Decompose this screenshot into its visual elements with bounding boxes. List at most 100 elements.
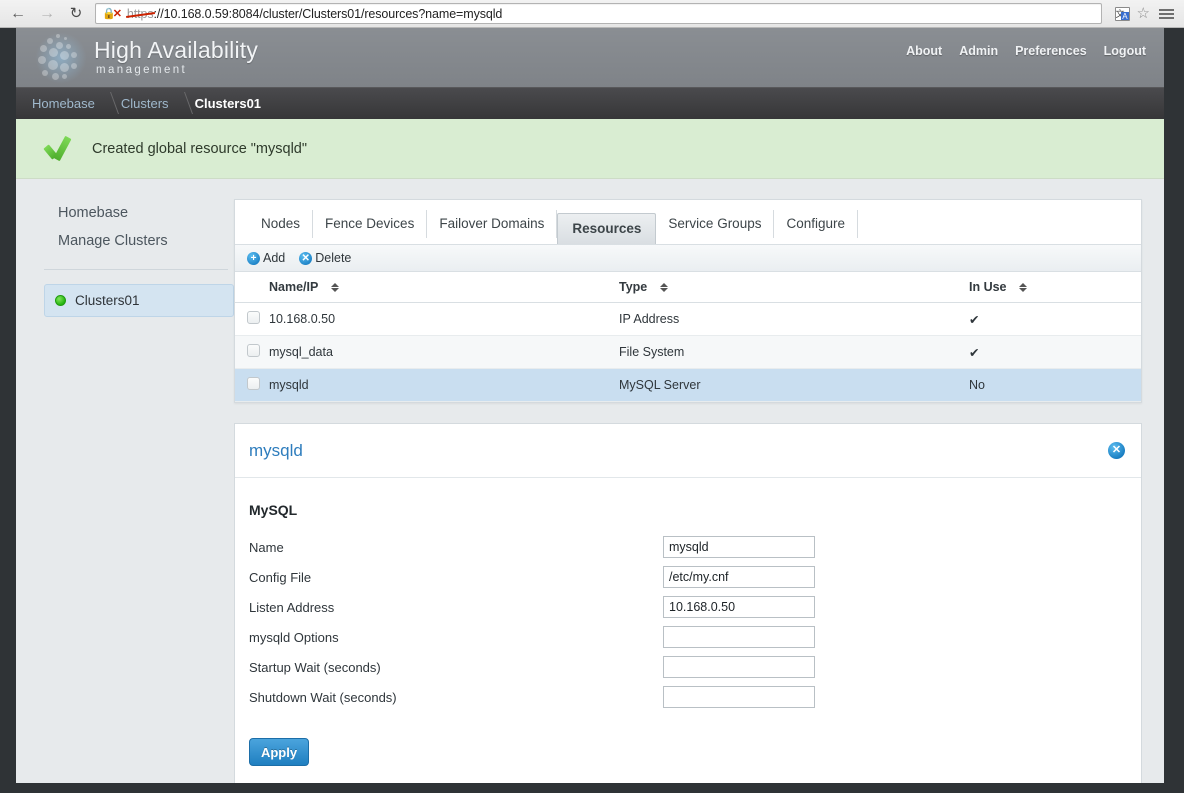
column-header-type[interactable]: Type [619, 272, 969, 303]
add-button[interactable]: + Add [247, 251, 285, 265]
tab-service-groups[interactable]: Service Groups [656, 210, 775, 238]
apply-button[interactable]: Apply [249, 738, 309, 766]
chrome-icon-group: ☆ [1111, 6, 1176, 21]
brand: High Availability management [94, 36, 259, 77]
row-checkbox[interactable] [247, 344, 260, 357]
brand-title: High Availability [94, 36, 259, 63]
nav-link-admin[interactable]: Admin [959, 44, 998, 58]
row-type: File System [619, 335, 969, 369]
tab-bar: Nodes Fence Devices Failover Domains Res… [235, 200, 1141, 245]
shutdown-wait-input[interactable] [663, 686, 815, 708]
reload-icon[interactable]: ↻ [66, 4, 86, 24]
table-toolbar: + Add ✕ Delete [235, 245, 1141, 272]
green-status-dot [55, 295, 66, 306]
url-rest: ://10.168.0.59:8084/cluster/Clusters01/r… [153, 6, 503, 21]
main-content: Nodes Fence Devices Failover Domains Res… [234, 199, 1164, 783]
row-name: mysqld [269, 368, 619, 402]
app-page: High Availability management About Admin… [16, 28, 1164, 783]
sort-arrows-icon[interactable] [1019, 283, 1027, 293]
table-row[interactable]: 10.168.0.50 IP Address ✔ [235, 302, 1141, 336]
star-icon[interactable]: ☆ [1137, 6, 1150, 21]
plus-circle-icon: + [247, 251, 260, 265]
field-row-config-file: Config File [249, 566, 1127, 588]
table-row[interactable]: mysql_data File System ✔ [235, 335, 1141, 369]
close-circle-icon[interactable]: ✕ [1108, 442, 1125, 459]
tab-fence-devices[interactable]: Fence Devices [313, 210, 428, 238]
back-arrow-icon[interactable]: ← [8, 4, 28, 24]
sidebar-item-clusters01[interactable]: Clusters01 [44, 284, 234, 317]
row-in-use: ✔ [969, 335, 1141, 369]
table-header: Name/IP Type In Use [235, 272, 1141, 303]
row-name: mysql_data [269, 335, 619, 369]
add-button-label: Add [263, 251, 286, 265]
hamburger-menu-icon[interactable] [1157, 8, 1176, 19]
url-scheme: https [126, 6, 154, 21]
field-label-shutdown-wait: Shutdown Wait (seconds) [249, 689, 397, 705]
sidebar-divider [44, 269, 228, 270]
resources-card: Nodes Fence Devices Failover Domains Res… [234, 199, 1142, 403]
field-label-name: Name [249, 539, 284, 555]
field-row-startup-wait: Startup Wait (seconds) [249, 656, 1127, 678]
column-header-name-ip-label: Name/IP [269, 280, 319, 294]
row-checkbox[interactable] [247, 377, 260, 390]
table-body: 10.168.0.50 IP Address ✔ mysql_data File… [235, 302, 1141, 402]
sort-arrows-icon[interactable] [330, 283, 339, 293]
tab-failover-domains[interactable]: Failover Domains [427, 210, 558, 238]
breadcrumb-separator-icon [95, 87, 121, 119]
name-input[interactable] [663, 536, 815, 558]
column-select-all [235, 272, 269, 303]
row-in-use: ✔ [969, 302, 1141, 336]
broken-https-lock-icon[interactable]: 🔒 ✕ [102, 7, 122, 20]
mysqld-options-input[interactable] [663, 626, 815, 648]
column-header-in-use[interactable]: In Use [969, 272, 1141, 303]
delete-button[interactable]: ✕ Delete [299, 251, 351, 265]
site-header: High Availability management About Admin… [16, 28, 1164, 87]
tab-resources[interactable]: Resources [557, 213, 657, 244]
config-file-input[interactable] [663, 566, 815, 588]
url-text: https://10.168.0.59:8084/cluster/Cluster… [127, 7, 502, 21]
listen-address-input[interactable] [663, 596, 815, 618]
success-banner-message: Created global resource "mysqld" [92, 140, 308, 157]
detail-section-title: MySQL [249, 502, 298, 518]
brand-subtitle: management [96, 63, 188, 76]
row-checkbox-cell[interactable] [235, 335, 269, 369]
translate-icon[interactable] [1114, 6, 1130, 21]
breadcrumb-item-clusters[interactable]: Clusters [121, 96, 169, 111]
forward-arrow-icon[interactable]: → [37, 4, 57, 24]
detail-header: mysqld ✕ [235, 424, 1141, 478]
table-row[interactable]: mysqld MySQL Server No [235, 368, 1141, 402]
row-checkbox-cell[interactable] [235, 302, 269, 336]
apply-row: Apply [249, 738, 1127, 766]
nav-link-logout[interactable]: Logout [1104, 44, 1146, 58]
tab-configure[interactable]: Configure [774, 210, 859, 238]
column-header-type-label: Type [619, 280, 648, 294]
nav-link-preferences[interactable]: Preferences [1015, 44, 1087, 58]
dotted-cluster-logo [34, 31, 88, 84]
row-type: MySQL Server [619, 368, 969, 402]
breadcrumb-item-clusters01[interactable]: Clusters01 [195, 96, 261, 111]
detail-body: MySQL Name Config File Listen Address [235, 478, 1141, 783]
resource-detail-panel: mysqld ✕ MySQL Name Config File Listen A… [234, 423, 1142, 783]
browser-viewport: High Availability management About Admin… [0, 28, 1184, 793]
breadcrumb-item-homebase[interactable]: Homebase [32, 96, 95, 111]
nav-link-about[interactable]: About [906, 44, 942, 58]
row-name: 10.168.0.50 [269, 302, 619, 336]
row-checkbox-cell[interactable] [235, 368, 269, 402]
startup-wait-input[interactable] [663, 656, 815, 678]
field-label-listen-address: Listen Address [249, 599, 335, 615]
page-body: Homebase Manage Clusters Clusters01 Node… [16, 179, 1164, 783]
row-checkbox[interactable] [247, 311, 260, 324]
column-header-in-use-label: In Use [969, 280, 1007, 294]
header-nav: About Admin Preferences Logout [906, 44, 1146, 58]
sidebar-item-clusters01-label: Clusters01 [75, 293, 140, 308]
field-row-shutdown-wait: Shutdown Wait (seconds) [249, 686, 1127, 708]
column-header-name-ip[interactable]: Name/IP [269, 272, 619, 303]
field-label-config-file: Config File [249, 569, 312, 585]
sort-arrows-icon[interactable] [659, 283, 668, 293]
row-type: IP Address [619, 302, 969, 336]
address-bar[interactable]: 🔒 ✕ https://10.168.0.59:8084/cluster/Clus… [95, 3, 1102, 24]
sidebar-item-homebase[interactable]: Homebase [38, 199, 234, 227]
tab-nodes[interactable]: Nodes [249, 210, 314, 238]
green-check-icon [44, 136, 74, 162]
sidebar-item-manage-clusters[interactable]: Manage Clusters [38, 227, 234, 255]
